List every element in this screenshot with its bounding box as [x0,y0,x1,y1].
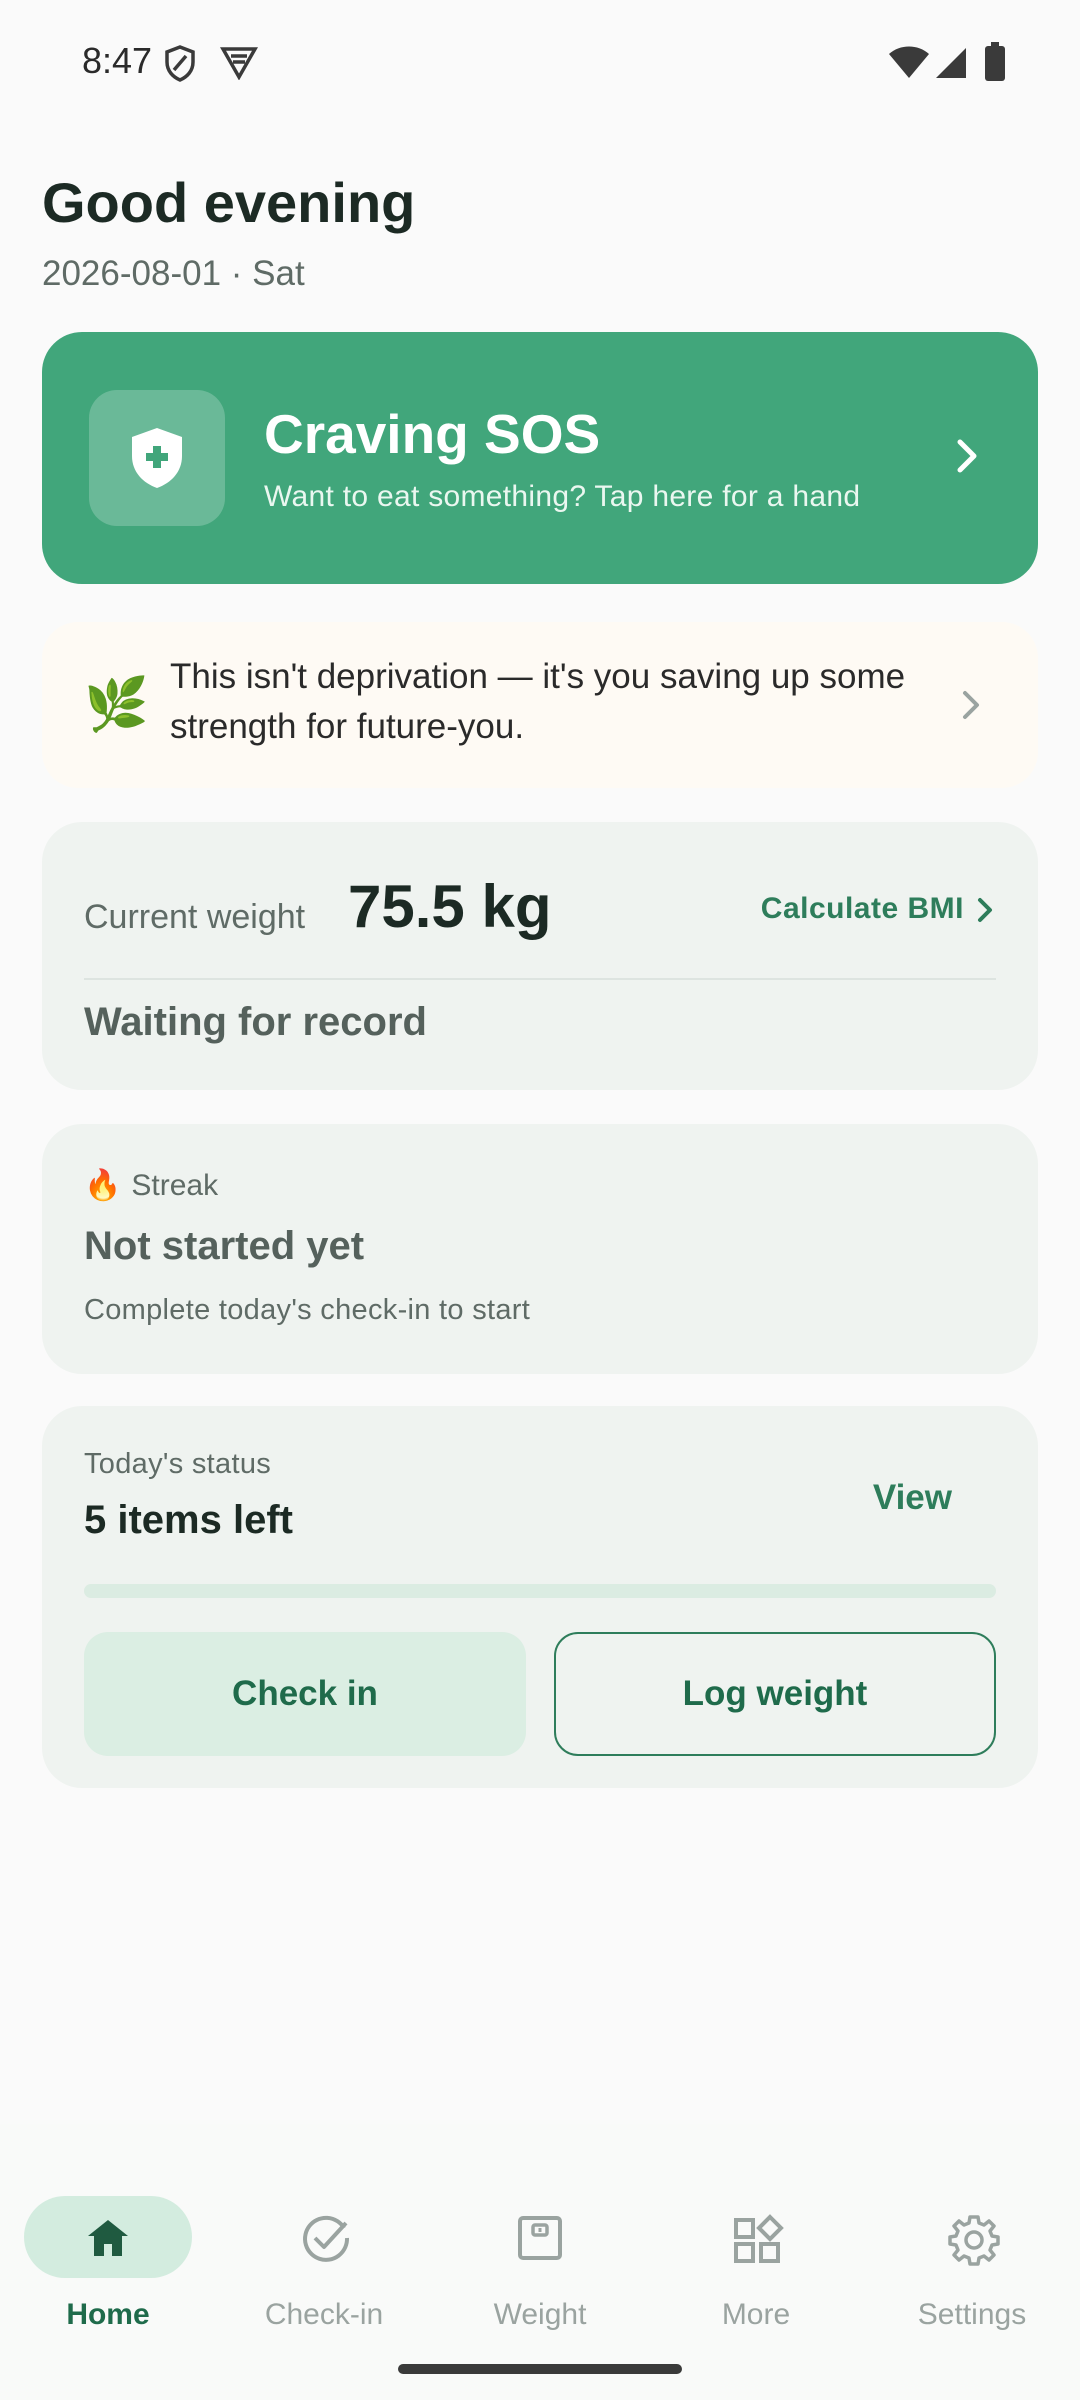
nav-item-home[interactable]: Home [0,2160,216,2331]
current-weight-card: Current weight 75.5 kg Calculate BMI Wai… [42,822,1038,1090]
streak-title: Not started yet [84,1224,365,1268]
status-bar: 8:47 [0,0,1080,128]
streak-subtitle: Complete today's check-in to start [84,1294,531,1326]
quote-text: This isn't deprivation — it's you saving… [170,657,906,746]
craving-sos-card[interactable]: Craving SOS Want to eat something? Tap h… [42,332,1038,584]
current-weight-value: 75.5 kg [348,873,552,940]
nav-item-weight[interactable]: Weight [432,2160,648,2331]
greeting-title: Good evening [42,171,416,234]
sos-title: Craving SOS [264,403,601,465]
sos-subtitle: Want to eat something? Tap here for a ha… [264,480,861,513]
cellular-signal-icon [934,46,968,85]
nav-label-home: Home [66,2298,150,2331]
todays-status-label: Today's status [84,1448,272,1480]
bottom-navigation: Home Check-in Weight More Settings [0,2124,1080,2400]
nav-label-more: More [721,2298,791,2331]
weight-record-status: Waiting for record [84,1000,427,1044]
home-icon [84,2214,132,2262]
vpn-badge-icon [219,44,259,85]
streak-header: 🔥 Streak [84,1168,218,1203]
nav-item-more[interactable]: More [648,2160,864,2331]
view-link[interactable]: View [873,1478,952,1518]
streak-label: Streak [131,1169,219,1202]
home-screen: 8:47 Good evening 2026-08-01 · Sat Cravi… [0,0,1080,2400]
nav-label-check-in: Check-in [264,2298,384,2331]
calculate-bmi-link[interactable]: Calculate BMI [761,892,964,926]
nav-label-settings: Settings [917,2298,1027,2331]
todays-status-card: Today's status 5 items left View Check i… [42,1406,1038,1788]
chevron-right-icon [960,688,982,727]
shield-plus-icon [132,428,182,488]
nav-item-check-in[interactable]: Check-in [216,2160,432,2331]
nav-item-settings[interactable]: Settings [864,2160,1080,2331]
date-label: 2026-08-01 · Sat [42,254,305,293]
status-progress-bar [84,1584,996,1598]
sos-icon-container [89,390,225,526]
streak-card: 🔥 Streak Not started yet Complete today's… [42,1124,1038,1374]
scale-icon [516,2214,564,2262]
battery-icon [984,42,1006,87]
items-left-value: 5 items left [84,1498,293,1542]
grid-icon [732,2214,784,2263]
fire-icon: 🔥 [84,1169,122,1202]
home-indicator[interactable] [398,2364,682,2374]
nav-label-weight: Weight [493,2298,587,2331]
shield-outline-icon [164,44,196,87]
log-weight-button[interactable]: Log weight [554,1632,996,1756]
wifi-icon [888,46,930,85]
divider [84,978,996,980]
motivation-quote-card[interactable]: 🌿 This isn't deprivation — it's you savi… [42,622,1038,788]
current-weight-label: Current weight [84,898,306,936]
chevron-right-icon[interactable] [976,896,994,929]
status-time: 8:47 [82,40,153,81]
chevron-right-icon [954,436,980,481]
check-in-button[interactable]: Check in [84,1632,526,1756]
leaf-icon: 🌿 [84,676,149,734]
gear-icon [948,2214,1000,2266]
check-circle-icon [300,2214,350,2262]
